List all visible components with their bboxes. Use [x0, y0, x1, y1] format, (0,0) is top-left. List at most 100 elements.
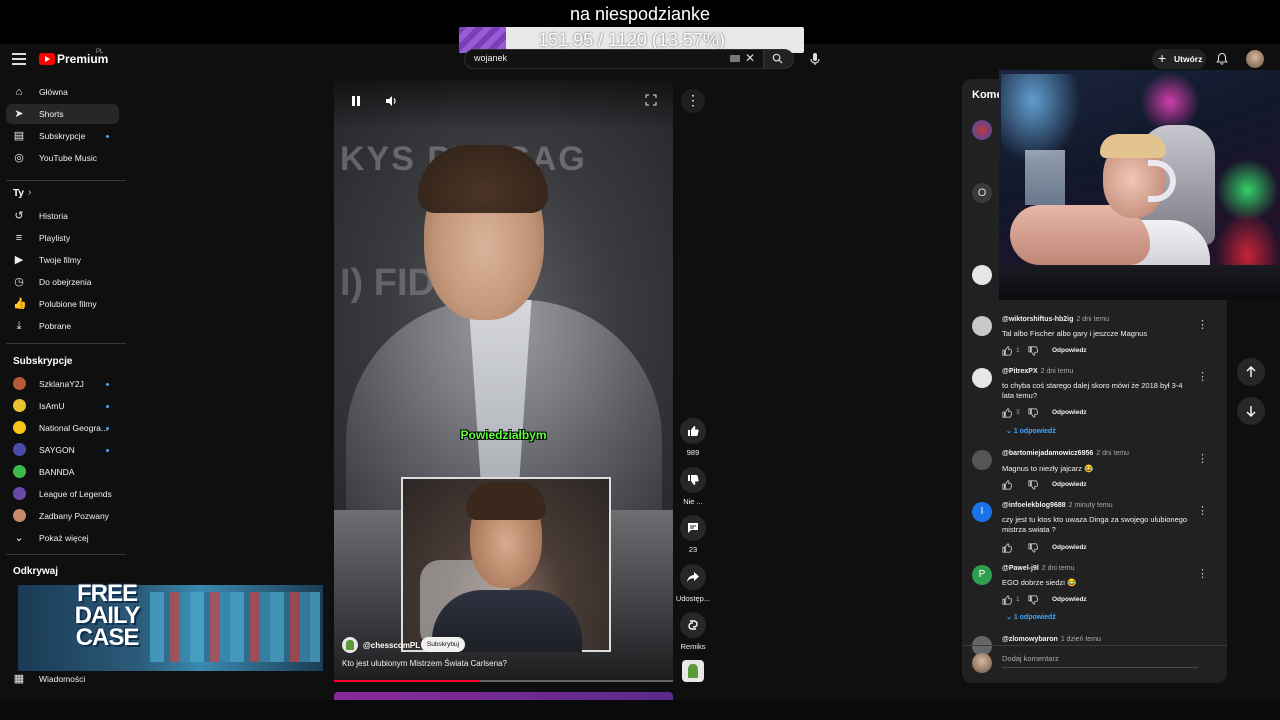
sidebar-item-subscription[interactable]: BANNDA [6, 462, 119, 482]
hamburger-menu-icon[interactable] [12, 53, 26, 65]
comment-avatar[interactable] [972, 316, 992, 336]
comment-time[interactable]: 2 dni temu [1041, 368, 1074, 375]
sidebar-item-news[interactable]: ▦ Wiadomości [6, 669, 119, 689]
sidebar-heading-you[interactable]: Ty [13, 188, 24, 199]
comment-time[interactable]: 2 dni temu [1042, 565, 1075, 572]
fullscreen-icon[interactable] [645, 94, 657, 106]
thumbs-up-icon[interactable] [1002, 346, 1012, 356]
channel-name[interactable]: @chesscomPL [363, 641, 420, 650]
comment-time[interactable]: 2 minuty temu [1069, 502, 1113, 509]
youtube-logo-icon[interactable] [39, 53, 55, 65]
comment-time[interactable]: 1 dzień temu [1061, 636, 1101, 643]
thumbs-up-icon[interactable] [1002, 595, 1012, 605]
thumbs-down-icon[interactable] [1028, 408, 1038, 418]
search-icon[interactable] [772, 53, 783, 64]
show-more-button[interactable]: ⌄ Pokaż więcej [6, 528, 119, 548]
clear-search-icon[interactable]: ✕ [745, 52, 755, 64]
thumbs-up-icon[interactable] [1002, 480, 1012, 490]
comment-more-icon[interactable]: ⋮ [1197, 320, 1208, 332]
sidebar-item-subscriptions[interactable]: ▤ Subskrypcje [6, 126, 119, 146]
comment-avatar[interactable]: P [972, 565, 992, 585]
reply-button[interactable]: Odpowiedz [1052, 544, 1087, 551]
sidebar-item-music[interactable]: ◎ YouTube Music [6, 148, 119, 168]
comment-avatar[interactable]: O [972, 183, 992, 203]
thumbs-down-icon[interactable] [1028, 480, 1038, 490]
sidebar-item-download[interactable]: ⤓ Pobrane [6, 316, 119, 336]
more-options-button[interactable]: ⋮ [681, 89, 705, 113]
view-replies-button[interactable]: ⌄ 1 odpowiedź [1006, 613, 1056, 621]
sidebar-item-subscription[interactable]: SzklanaY2J [6, 374, 119, 394]
comment-author[interactable]: @infoelekblog9688 2 minuty temu [1002, 502, 1113, 509]
sidebar-item-subscription[interactable]: Zadbany Pozwany [6, 506, 119, 526]
microphone-icon[interactable] [809, 52, 821, 66]
notifications-bell-icon[interactable] [1216, 52, 1228, 65]
comment-more-icon[interactable]: ⋮ [1197, 372, 1208, 384]
comment-avatar[interactable]: I [972, 502, 992, 522]
sidebar-item-subscription[interactable]: IsAmU [6, 396, 119, 416]
sidebar-item-shorts[interactable]: ➤ Shorts [6, 104, 119, 124]
sidebar-item-subscription[interactable]: SAYGON [6, 440, 119, 460]
reply-button[interactable]: Odpowiedz [1052, 409, 1087, 416]
sidebar-item-your-videos[interactable]: ▶ Twoje filmy [6, 250, 119, 270]
comment-avatar[interactable] [972, 265, 992, 285]
pause-icon[interactable] [350, 95, 362, 107]
next-short-button[interactable] [1237, 397, 1265, 425]
comment-author-name[interactable]: @PitrexPX [1002, 368, 1038, 375]
comment-time[interactable]: 2 dni temu [1076, 316, 1109, 323]
remix-button[interactable] [680, 612, 706, 638]
thumbs-down-icon[interactable] [1028, 595, 1038, 605]
sidebar-heading-subscriptions[interactable]: Subskrypcje [13, 356, 72, 367]
sidebar-item-label: Główna [39, 87, 68, 97]
sidebar-item-history[interactable]: ↺ Historia [6, 206, 119, 226]
view-replies-button[interactable]: ⌄ 1 odpowiedź [1006, 427, 1056, 435]
comments-button[interactable] [680, 515, 706, 541]
comment-author[interactable]: @bartomiejadamowicz6956 2 dni temu [1002, 450, 1129, 457]
volume-icon[interactable] [384, 94, 398, 108]
keyboard-icon[interactable] [730, 55, 740, 62]
comment-more-icon[interactable]: ⋮ [1197, 569, 1208, 581]
reply-button[interactable]: Odpowiedz [1052, 596, 1087, 603]
thumbs-up-icon[interactable] [1002, 408, 1012, 418]
reply-button[interactable]: Odpowiedz [1052, 347, 1087, 354]
comment-more-icon[interactable]: ⋮ [1197, 454, 1208, 466]
sidebar-item-home[interactable]: ⌂ Główna [6, 82, 119, 102]
comment-avatar[interactable] [972, 120, 992, 140]
comment-author-name[interactable]: @wiktorshiftus-hb2ig [1002, 316, 1073, 323]
comment-author-name[interactable]: @zlomowybaron [1002, 636, 1058, 643]
thumbs-down-icon[interactable] [1028, 346, 1038, 356]
comment-more-icon[interactable]: ⋮ [1197, 506, 1208, 518]
search-input[interactable] [464, 49, 764, 69]
comment-avatar[interactable] [972, 368, 992, 388]
comment-author[interactable]: @wiktorshiftus-hb2ig 2 dni temu [1002, 316, 1109, 323]
subscribe-button[interactable]: Subskrybuj [421, 637, 465, 652]
sidebar-item-subscription[interactable]: League of Legends [6, 484, 119, 504]
like-count: 989 [686, 448, 700, 457]
previous-short-button[interactable] [1237, 358, 1265, 386]
comment-avatar[interactable] [972, 450, 992, 470]
comment-author[interactable]: @PitrexPX 2 dni temu [1002, 368, 1073, 375]
next-short-preview[interactable] [334, 692, 673, 700]
sidebar-item-subscription[interactable]: National Geogra... [6, 418, 119, 438]
sidebar-item-liked[interactable]: 👍 Polubione filmy [6, 294, 119, 314]
reply-button[interactable]: Odpowiedz [1052, 481, 1087, 488]
comment-author[interactable]: @Pawel-j9l 2 dni temu [1002, 565, 1074, 572]
comment-author[interactable]: @zlomowybaron 1 dzień temu [1002, 636, 1101, 643]
thumbs-up-icon[interactable] [1002, 543, 1012, 553]
sound-thumbnail[interactable] [682, 660, 704, 682]
comment-author-name[interactable]: @infoelekblog9688 [1002, 502, 1066, 509]
comment-author-name[interactable]: @bartomiejadamowicz6956 [1002, 450, 1093, 457]
dislike-button[interactable] [680, 467, 706, 493]
sidebar-heading-explore: Odkrywaj [13, 566, 59, 577]
like-button[interactable] [680, 418, 706, 444]
thumbs-down-icon[interactable] [1028, 543, 1038, 553]
comment-time[interactable]: 2 dni temu [1096, 450, 1129, 457]
sidebar-item-watch-later[interactable]: ◷ Do obejrzenia [6, 272, 119, 292]
sidebar-item-playlist[interactable]: ≡ Playlisty [6, 228, 119, 248]
add-comment-input[interactable]: Dodaj komentarz [1002, 654, 1198, 668]
channel-avatar[interactable] [342, 637, 358, 653]
comment-author-name[interactable]: @Pawel-j9l [1002, 565, 1039, 572]
video-title[interactable]: Kto jest ulubionym Mistrzem Świata Carls… [342, 659, 507, 668]
search-query[interactable]: wojanek [474, 53, 507, 63]
account-avatar[interactable] [1246, 50, 1264, 68]
share-button[interactable] [680, 564, 706, 590]
